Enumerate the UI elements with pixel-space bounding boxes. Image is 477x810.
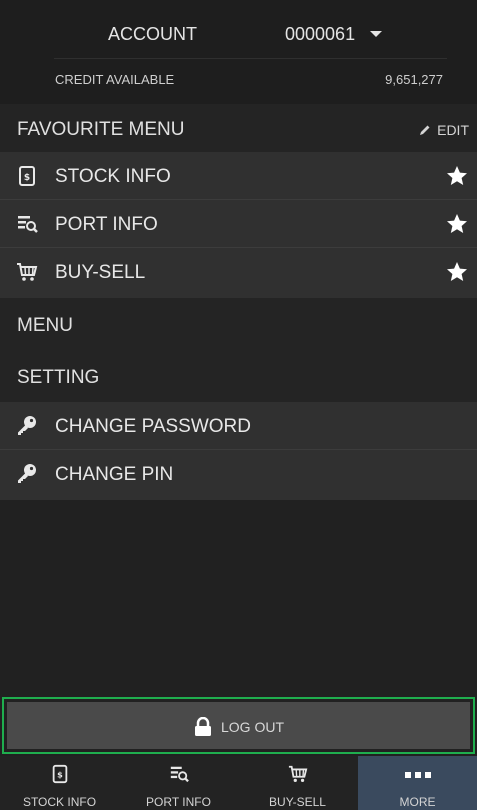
credit-available-value: 9,651,277 [385, 72, 443, 87]
change-pin-label: CHANGE PIN [55, 464, 174, 485]
lock-icon [194, 717, 211, 736]
menu-header: MENU [0, 298, 477, 350]
star-icon[interactable] [445, 260, 469, 284]
menu-title: MENU [17, 315, 73, 336]
pencil-icon [420, 125, 430, 135]
tab-buy-sell[interactable]: BUY-SELL [238, 756, 357, 810]
svg-text:$: $ [57, 770, 63, 780]
tab-label: PORT INFO [146, 795, 211, 809]
account-header: ACCOUNT 0000061 CREDIT AVAILABLE 9,651,2… [0, 0, 477, 104]
favourite-item-label: BUY-SELL [55, 262, 146, 283]
logout-label: LOG OUT [220, 719, 284, 735]
port-info-icon [170, 766, 189, 783]
edit-label: EDIT [437, 122, 469, 138]
logout-highlight: LOG OUT [2, 697, 475, 754]
logout-button[interactable]: LOG OUT [7, 702, 470, 749]
chevron-down-icon[interactable] [370, 31, 382, 37]
port-info-icon [18, 216, 38, 233]
bottom-tab-bar: $ STOCK INFO PORT INFO BUY-SELL MORE [0, 756, 477, 810]
tab-label: MORE [399, 795, 436, 809]
tab-label: STOCK INFO [22, 795, 97, 809]
favourite-menu-header: FAVOURITE MENU EDIT [0, 104, 477, 152]
favourite-item-stock-info[interactable]: $ STOCK INFO [0, 152, 477, 200]
account-number[interactable]: 0000061 [285, 24, 355, 45]
stock-info-icon: $ [19, 166, 35, 186]
credit-available-label: CREDIT AVAILABLE [55, 72, 175, 87]
key-icon [18, 464, 36, 483]
divider [54, 58, 447, 59]
cart-icon [288, 765, 307, 782]
more-icon [404, 772, 431, 778]
cart-icon [17, 263, 38, 281]
setting-title: SETTING [17, 367, 100, 388]
tab-label: BUY-SELL [269, 795, 326, 809]
setting-header: SETTING [0, 350, 477, 402]
favourite-menu-title: FAVOURITE MENU [17, 119, 185, 140]
key-icon [18, 416, 36, 435]
edit-button[interactable]: EDIT [419, 122, 469, 138]
change-password-label: CHANGE PASSWORD [55, 416, 252, 437]
change-password-item[interactable]: CHANGE PASSWORD [0, 402, 477, 450]
change-pin-item[interactable]: CHANGE PIN [0, 450, 477, 500]
tab-port-info[interactable]: PORT INFO [119, 756, 238, 810]
favourite-item-buy-sell[interactable]: BUY-SELL [0, 248, 477, 298]
svg-text:$: $ [24, 173, 30, 183]
stock-info-icon: $ [52, 764, 67, 784]
tab-stock-info[interactable]: $ STOCK INFO [0, 756, 119, 810]
account-label: ACCOUNT [108, 24, 197, 44]
tab-more[interactable]: MORE [358, 756, 477, 810]
favourite-item-port-info[interactable]: PORT INFO [0, 200, 477, 248]
star-icon[interactable] [445, 212, 469, 236]
favourite-item-label: STOCK INFO [55, 166, 171, 187]
account-selector[interactable]: ACCOUNT 0000061 [0, 0, 477, 60]
favourite-item-label: PORT INFO [55, 214, 158, 235]
star-icon[interactable] [445, 164, 469, 188]
